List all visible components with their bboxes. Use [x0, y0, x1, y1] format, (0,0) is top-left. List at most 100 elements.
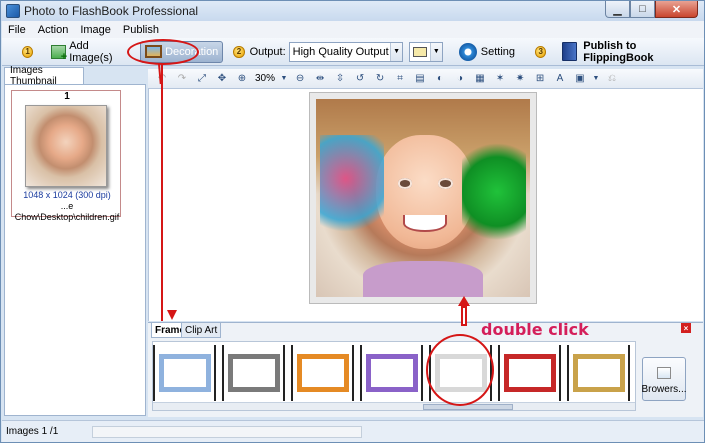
- contrast-icon[interactable]: ◐: [432, 72, 448, 86]
- photo-sweater: [363, 261, 483, 297]
- browse-button[interactable]: Browers...: [641, 357, 687, 401]
- photo-eye-left: [397, 178, 413, 189]
- menu-publish[interactable]: Publish: [117, 24, 165, 36]
- chevron-down-icon: ▼: [429, 42, 442, 61]
- output-select[interactable]: High Quality Output ▼: [288, 41, 404, 62]
- step-1-icon: 1: [22, 45, 34, 58]
- frame-blue-dotted-thumbnail: [158, 354, 211, 392]
- chevron-down-icon: ▼: [390, 42, 403, 61]
- rotate-right-icon[interactable]: ↻: [372, 72, 388, 86]
- chevron-down-icon[interactable]: ▼: [280, 72, 288, 86]
- annotation-ellipse-frame: [426, 334, 494, 406]
- frame-item[interactable]: [222, 345, 285, 401]
- main-toolbar: 1 Add Image(s) Decoration 2 Output: High…: [2, 38, 704, 66]
- frame-item[interactable]: [567, 345, 630, 401]
- thumbnail-image: [25, 105, 107, 187]
- annotation-arrowhead: [167, 310, 177, 320]
- app-icon: [6, 4, 20, 18]
- chevron-down-icon[interactable]: ▼: [592, 72, 600, 86]
- window-title: Photo to FlashBook Professional: [24, 4, 199, 18]
- reset-icon[interactable]: ⎌: [604, 72, 620, 86]
- add-images-label: Add Image(s): [69, 39, 113, 64]
- tab-images-thumbnail[interactable]: Images Thumbnail: [4, 65, 84, 87]
- photo-face: [375, 134, 475, 250]
- annotation-line-down: [161, 64, 163, 321]
- menu-bar: File Action Image Publish: [2, 21, 704, 38]
- output-label: Output:: [249, 45, 286, 58]
- menu-action[interactable]: Action: [32, 24, 75, 36]
- close-icon[interactable]: ×: [681, 323, 691, 333]
- menu-image[interactable]: Image: [74, 24, 117, 36]
- zoom-out-icon[interactable]: ⊖: [292, 72, 308, 86]
- output-value: High Quality Output: [292, 45, 389, 58]
- adjust-icon[interactable]: ▤: [412, 72, 428, 86]
- text-icon[interactable]: A: [552, 72, 568, 86]
- zoom-in-icon[interactable]: ⊕: [234, 72, 250, 86]
- tab-clip-art[interactable]: Clip Art: [181, 323, 222, 338]
- move-icon[interactable]: ✥: [214, 72, 230, 86]
- photo-hand-left: [320, 134, 385, 244]
- editor-toolbar: ↶ ↷ ⤢ ✥ ⊕ 30% ▼ ⊖ ⇹ ⇳ ↺ ↻ ⌗ ▤ ◐ ◑ ▦ ✶ ✷ …: [148, 69, 703, 89]
- frame-gray-soft-thumbnail: [227, 354, 280, 392]
- annotation-double-click-text: double click: [481, 320, 589, 339]
- publish-button[interactable]: Publish to FlippingBook: [558, 40, 704, 64]
- thumbnail-meta: 1048 x 1024 (300 dpi) ...e Chow\Desktop\…: [12, 190, 122, 223]
- filter-icon[interactable]: ⊞: [532, 72, 548, 86]
- template-preview-icon: [413, 46, 428, 57]
- layout-icon[interactable]: ▣: [572, 72, 588, 86]
- frame-orange-thumbnail: [296, 354, 349, 392]
- flip-vertical-icon[interactable]: ⇳: [332, 72, 348, 86]
- thumbnail-dimensions: 1048 x 1024 (300 dpi): [23, 190, 111, 200]
- step-3-icon: 3: [535, 45, 547, 58]
- close-button[interactable]: ✕: [655, 1, 698, 18]
- photo-mouth: [403, 215, 447, 233]
- frame-item[interactable]: [291, 345, 354, 401]
- frame-item[interactable]: [360, 345, 423, 401]
- add-images-button[interactable]: Add Image(s): [47, 39, 134, 64]
- effect-icon[interactable]: ✶: [492, 72, 508, 86]
- setting-button[interactable]: Setting: [455, 41, 519, 63]
- sparkle-icon[interactable]: ✷: [512, 72, 528, 86]
- redo-icon[interactable]: ↷: [174, 72, 190, 86]
- frame-rainbow-thumbnail: [365, 354, 418, 392]
- status-bar: Images 1 /1: [2, 420, 704, 442]
- rotate-left-icon[interactable]: ↺: [352, 72, 368, 86]
- frame-gold-dots-thumbnail: [572, 354, 625, 392]
- frame-red-dots-thumbnail: [503, 354, 556, 392]
- fit-icon[interactable]: ⤢: [194, 72, 210, 86]
- browse-label: Browers...: [641, 384, 687, 395]
- photo-hand-right: [461, 142, 526, 252]
- horizontal-scrollbar[interactable]: [153, 402, 635, 410]
- images-thumbnail-panel: 1 1048 x 1024 (300 dpi) ...e Chow\Deskto…: [4, 84, 146, 416]
- frame-item[interactable]: [153, 345, 216, 401]
- template-select[interactable]: ▼: [409, 41, 443, 62]
- editor-canvas: [148, 89, 703, 321]
- gear-icon: [458, 42, 477, 61]
- frame-item[interactable]: [498, 345, 561, 401]
- app-window: Photo to FlashBook Professional ▁ □ ✕ Fi…: [0, 0, 705, 443]
- thumbnail-number: 1: [64, 91, 70, 102]
- annotation-ellipse-decoration: [127, 39, 199, 65]
- annotation-up-arrow: [458, 296, 470, 326]
- maximize-button[interactable]: □: [630, 1, 655, 18]
- flip-horizontal-icon[interactable]: ⇹: [312, 72, 328, 86]
- brightness-icon[interactable]: ◑: [452, 72, 468, 86]
- zoom-level[interactable]: 30%: [255, 73, 275, 84]
- photo-image: [316, 99, 530, 297]
- menu-file[interactable]: File: [2, 24, 32, 36]
- status-progress: [92, 425, 362, 438]
- photo-preview[interactable]: [309, 92, 537, 304]
- title-bar: Photo to FlashBook Professional ▁ □ ✕: [1, 1, 704, 21]
- frame-gallery: [152, 341, 636, 411]
- thumbnail-path: ...e Chow\Desktop\children.gif: [14, 201, 120, 222]
- setting-label: Setting: [480, 45, 516, 58]
- sharpen-icon[interactable]: ▦: [472, 72, 488, 86]
- folder-icon: [657, 367, 671, 379]
- photo-eye-right: [437, 178, 453, 189]
- flipbook-icon: [562, 42, 578, 61]
- crop-icon[interactable]: ⌗: [392, 72, 408, 86]
- status-images: Images 1 /1: [6, 426, 59, 437]
- minimize-button[interactable]: ▁: [605, 1, 630, 18]
- add-image-icon: [51, 44, 67, 63]
- thumbnail-card[interactable]: 1 1048 x 1024 (300 dpi) ...e Chow\Deskto…: [11, 90, 121, 222]
